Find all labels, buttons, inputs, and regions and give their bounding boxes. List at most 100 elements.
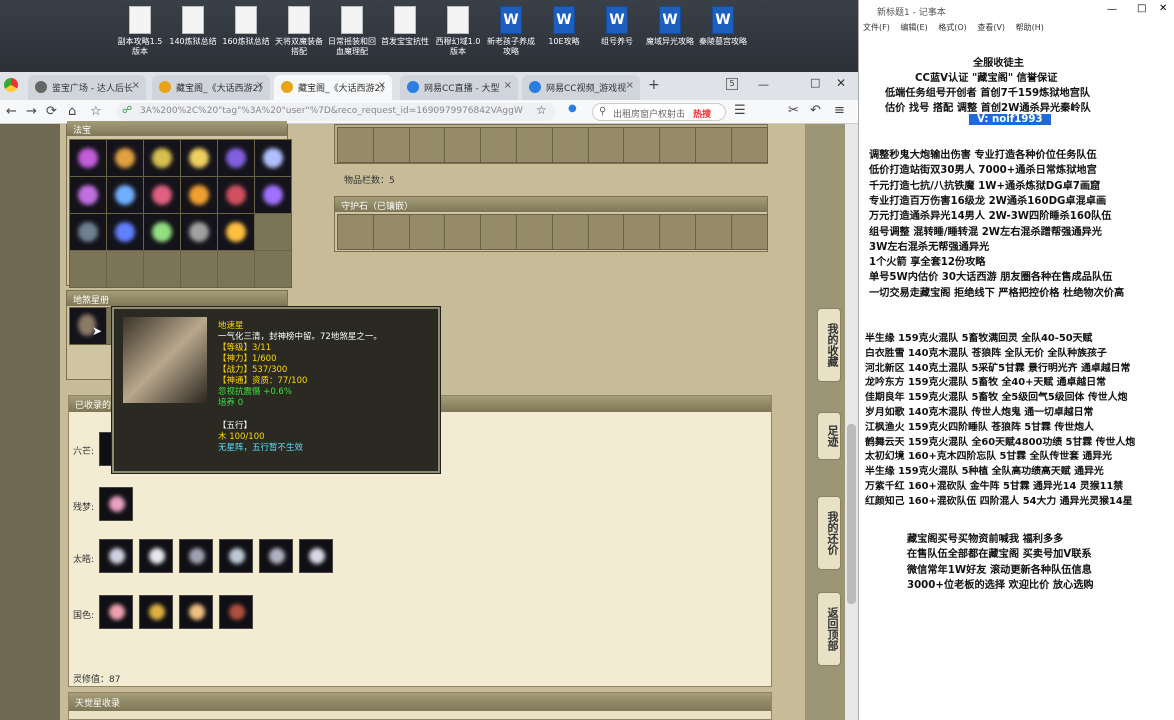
search-input[interactable]: ⚲ 出租房窗户权射击 热搜 — [592, 103, 726, 121]
fabao-item[interactable] — [255, 177, 291, 213]
collected-item[interactable] — [219, 539, 253, 573]
collected-item[interactable] — [179, 539, 213, 573]
browser-tab[interactable]: 藏宝阁_《大话西游2》 × — [152, 75, 270, 100]
desktop-icon[interactable]: W 组号养号 — [591, 6, 643, 47]
empty-slot — [481, 215, 516, 249]
fabao-item[interactable] — [181, 214, 217, 250]
collected-item[interactable] — [219, 595, 253, 629]
desktop-icon[interactable]: W 新老孩子养成攻略 — [485, 6, 537, 57]
fabao-item[interactable] — [107, 177, 143, 213]
scrollbar[interactable] — [845, 124, 858, 720]
desktop-icon[interactable]: W 魔域异光攻略 — [644, 6, 696, 47]
fabao-item[interactable] — [218, 177, 254, 213]
desktop-icon[interactable]: 西穆幻域1.0版本 — [432, 6, 484, 57]
collected-item[interactable] — [99, 487, 133, 521]
collected-item[interactable] — [259, 539, 293, 573]
undo-icon[interactable]: ↶ — [810, 103, 821, 118]
menu-help[interactable]: 帮助(H) — [1016, 23, 1044, 32]
close-icon[interactable]: ✕ — [836, 76, 846, 90]
forward-icon[interactable]: → — [26, 104, 37, 119]
empty-slot — [409, 215, 445, 249]
notepad-line: 半生缘 159克火混队 5种植 全队高功绩高天赋 通异光 — [865, 466, 1104, 478]
collected-item[interactable] — [99, 539, 133, 573]
menu-format[interactable]: 格式(O) — [938, 23, 967, 32]
refresh-icon[interactable]: ⟳ — [46, 104, 57, 119]
fabao-item[interactable] — [70, 140, 106, 176]
new-tab-icon[interactable]: + — [648, 77, 660, 93]
fabao-item[interactable] — [255, 140, 291, 176]
notepad-maximize-icon[interactable]: □ — [1137, 3, 1146, 14]
menu-icon[interactable]: ☰ — [734, 103, 746, 118]
tab-close-icon[interactable]: × — [256, 80, 264, 91]
collected-item[interactable] — [179, 595, 213, 629]
fabao-item[interactable] — [144, 214, 180, 250]
desktop-icon[interactable]: W 秦陵墓宫攻略 — [697, 6, 749, 47]
desktop-icon[interactable]: 日常摇装和回血魔理配 — [326, 6, 378, 57]
url-input[interactable]: ☍ 3A%200%2C%20"tag"%3A%20"user"%7D&reco_… — [116, 103, 556, 121]
menu-edit[interactable]: 编辑(E) — [900, 23, 927, 32]
desktop-icon[interactable]: 天将双魔装备搭配 — [273, 6, 325, 57]
cut-icon[interactable]: ✂ — [788, 103, 799, 118]
extension-icon[interactable]: ● — [568, 103, 577, 114]
my-favorites-button[interactable]: 我的收藏 — [817, 308, 841, 382]
fabao-item[interactable] — [218, 214, 254, 250]
desktop-icon-label: 首发宝宝抗性 — [381, 37, 429, 46]
tab-count-badge[interactable]: 5 — [726, 78, 738, 90]
tab-favicon-icon — [407, 81, 419, 93]
collected-item[interactable] — [139, 595, 173, 629]
empty-slot — [731, 128, 767, 162]
guardian-panel: 守护石（已镶嵌） — [334, 196, 768, 252]
tab-close-icon[interactable]: × — [378, 80, 386, 91]
fabao-item[interactable] — [144, 177, 180, 213]
footprint-button[interactable]: 足迹 — [817, 412, 841, 460]
fabao-item[interactable] — [107, 140, 143, 176]
minimize-icon[interactable]: — — [758, 78, 769, 91]
maximize-icon[interactable]: □ — [810, 76, 820, 89]
browser-logo-icon[interactable] — [4, 78, 18, 92]
browser-tab[interactable]: 网易CC直播 - 大型 × — [400, 75, 518, 100]
hot-label[interactable]: 热搜 — [693, 107, 711, 120]
desktop-icon[interactable]: 首发宝宝抗性 — [379, 6, 431, 47]
menu-view[interactable]: 查看(V) — [977, 23, 1005, 32]
fabao-item[interactable] — [218, 140, 254, 176]
bookmark-star-icon[interactable]: ☆ — [536, 103, 547, 117]
fabao-item[interactable] — [144, 140, 180, 176]
desktop-icon[interactable]: 140炼狱总结 — [167, 6, 219, 47]
collected-item[interactable] — [99, 595, 133, 629]
browser-tab[interactable]: 网易CC视频_游戏视 × — [522, 75, 640, 100]
star-icon[interactable]: ☆ — [90, 104, 102, 119]
my-offers-button[interactable]: 我的还价 — [817, 496, 841, 570]
tab-close-icon[interactable]: × — [626, 80, 634, 91]
notepad-close-icon[interactable]: ✕ — [1159, 3, 1167, 14]
notepad-minimize-icon[interactable]: — — [1107, 4, 1117, 15]
home-icon[interactable]: ⌂ — [68, 104, 76, 119]
word-file-icon: W — [606, 6, 628, 34]
scrollbar-thumb[interactable] — [847, 424, 856, 604]
tianjue-panel: 天觉星收录 — [68, 692, 772, 720]
browser-tab[interactable]: 藏宝阁_《大话西游2》 × — [274, 75, 392, 100]
desktop-icon[interactable]: W 10E攻略 — [538, 6, 590, 47]
desktop-icon[interactable]: 副本攻略1.5版本 — [114, 6, 166, 57]
notepad-line: 单号5W内估价 30大话西游 朋友圈各种在售成品队伍 — [869, 272, 1113, 284]
tab-close-icon[interactable]: × — [132, 80, 140, 91]
document-file-icon — [288, 6, 310, 34]
empty-slot — [516, 215, 552, 249]
collected-item[interactable] — [139, 539, 173, 573]
back-icon[interactable]: ← — [6, 104, 17, 119]
fabao-item[interactable] — [181, 177, 217, 213]
fabao-item[interactable] — [70, 177, 106, 213]
more-icon[interactable]: ≡ — [834, 103, 845, 118]
fabao-item[interactable] — [107, 214, 143, 250]
menu-file[interactable]: 文件(F) — [863, 23, 890, 32]
collected-item[interactable] — [299, 539, 333, 573]
notepad-line: 藏宝阁买号买物资前喊我 福利多多 — [907, 534, 1064, 545]
desktop-icon-label: 日常摇装和回血魔理配 — [328, 37, 376, 56]
browser-tab[interactable]: 鉴宝广场 - 达人后长 × — [28, 75, 146, 100]
tab-close-icon[interactable]: × — [504, 80, 512, 91]
desktop-icon[interactable]: 160炼狱总结 — [220, 6, 272, 47]
document-file-icon — [182, 6, 204, 34]
back-to-top-button[interactable]: 返回顶部 — [817, 592, 841, 666]
word-file-icon: W — [500, 6, 522, 34]
fabao-item[interactable] — [181, 140, 217, 176]
fabao-item[interactable] — [70, 214, 106, 250]
